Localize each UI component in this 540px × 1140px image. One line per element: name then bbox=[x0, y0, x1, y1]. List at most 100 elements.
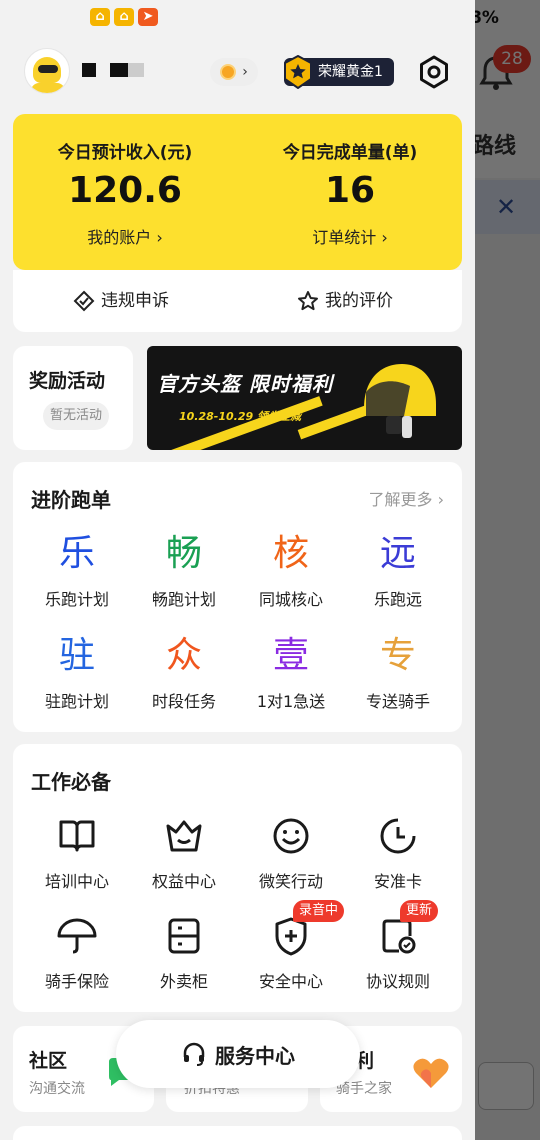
coin-button[interactable]: › bbox=[210, 58, 258, 86]
avatar[interactable] bbox=[24, 48, 70, 94]
smile-icon bbox=[273, 818, 309, 854]
coin-icon bbox=[220, 64, 237, 80]
clock-card-icon bbox=[380, 818, 416, 854]
advanced-item-far[interactable]: 远 乐跑远 bbox=[342, 532, 454, 610]
service-center-label: 服务中心 bbox=[215, 1043, 295, 1068]
settings-icon[interactable] bbox=[416, 54, 452, 90]
book-icon bbox=[59, 820, 95, 852]
appeal-icon bbox=[73, 290, 95, 312]
advanced-item-changpao[interactable]: 畅 畅跑计划 bbox=[128, 532, 240, 610]
locker-icon bbox=[168, 918, 200, 954]
star-icon bbox=[298, 291, 318, 311]
advanced-section: 进阶跑单 了解更多 › 乐 乐跑计划 畅 畅跑计划 核 同城核心 远 乐跑远 驻… bbox=[13, 462, 462, 732]
today-orders-value: 16 bbox=[324, 170, 376, 211]
work-item-agreement[interactable]: 更新 协议规则 bbox=[342, 900, 454, 992]
action-row: 违规申诉 我的评价 bbox=[13, 270, 462, 332]
advanced-item-lepao[interactable]: 乐 乐跑计划 bbox=[21, 532, 133, 610]
today-orders-section[interactable]: 今日完成单量(单) 16 订单统计 › bbox=[238, 114, 462, 270]
advanced-item-express[interactable]: 壹 1对1急送 bbox=[235, 634, 347, 712]
order-stats-link[interactable]: 订单统计 › bbox=[238, 224, 462, 248]
lepao-icon: 乐 bbox=[58, 533, 95, 574]
appeal-button[interactable]: 违规申诉 bbox=[73, 270, 169, 332]
advanced-item-label: 乐跑计划 bbox=[44, 590, 109, 609]
redacted-name bbox=[82, 63, 96, 77]
work-item-label: 微笑行动 bbox=[258, 872, 323, 891]
income-card: 今日预计收入(元) 120.6 我的账户 › 今日完成单量(单) 16 订单统计… bbox=[13, 114, 462, 270]
far-icon: 远 bbox=[379, 533, 416, 574]
work-item-insurance[interactable]: 骑手保险 bbox=[21, 914, 133, 992]
advanced-item-label: 畅跑计划 bbox=[151, 590, 216, 609]
advanced-item-label: 时段任务 bbox=[151, 692, 216, 711]
work-item-training[interactable]: 培训中心 bbox=[21, 814, 133, 892]
work-item-label: 协议规则 bbox=[365, 972, 430, 991]
recording-tag: 录音中 bbox=[293, 900, 345, 922]
today-orders-label: 今日完成单量(单) bbox=[282, 143, 418, 163]
today-income-section[interactable]: 今日预计收入(元) 120.6 我的账户 › bbox=[13, 114, 237, 270]
advanced-item-label: 专送骑手 bbox=[365, 692, 430, 711]
community-subtitle: 沟通交流 bbox=[29, 1081, 85, 1097]
learn-more-link[interactable]: 了解更多 › bbox=[369, 486, 445, 510]
avatar-visor bbox=[38, 65, 58, 73]
crown-icon bbox=[166, 820, 202, 852]
service-center-button[interactable]: 服务中心 bbox=[116, 1020, 360, 1088]
helmet-icon bbox=[364, 364, 436, 438]
work-item-safety-card[interactable]: 安准卡 bbox=[342, 814, 454, 892]
work-item-label: 安准卡 bbox=[373, 872, 422, 891]
advanced-item-label: 驻跑计划 bbox=[44, 692, 109, 711]
timeslot-icon: 众 bbox=[165, 635, 202, 676]
advanced-item-label: 1对1急送 bbox=[256, 692, 326, 711]
work-item-label: 培训中心 bbox=[44, 872, 109, 891]
advanced-item-dedicated[interactable]: 专 专送骑手 bbox=[342, 634, 454, 712]
work-item-smile[interactable]: 微笑行动 bbox=[235, 814, 347, 892]
work-title: 工作必备 bbox=[31, 770, 111, 794]
rank-badge[interactable]: 荣耀黄金1 bbox=[284, 55, 394, 89]
profile-header: › 荣耀黄金1 bbox=[0, 38, 475, 110]
zhupao-icon: 驻 bbox=[58, 635, 95, 676]
avatar-body bbox=[31, 83, 65, 93]
work-item-safety-center[interactable]: 录音中 安全中心 bbox=[235, 900, 347, 992]
appeal-label: 违规申诉 bbox=[101, 291, 169, 311]
my-reviews-button[interactable]: 我的评价 bbox=[297, 270, 393, 332]
dedicated-icon: 专 bbox=[379, 635, 416, 676]
work-item-label: 外卖柜 bbox=[159, 972, 208, 991]
star-badge-icon bbox=[284, 55, 312, 89]
redacted-name bbox=[110, 63, 128, 77]
side-drawer: ⌂ ⌂ ➤ › 荣耀黄金1 今日预计收入(元) 120.6 我的账户 › 今日完… bbox=[0, 0, 475, 1140]
app-notify-icon: ⌂ bbox=[114, 8, 134, 26]
chevron-right-icon: › bbox=[242, 64, 248, 80]
my-account-link[interactable]: 我的账户 › bbox=[13, 224, 237, 248]
work-item-locker[interactable]: 外卖柜 bbox=[128, 914, 240, 992]
rank-label: 荣耀黄金1 bbox=[318, 64, 383, 80]
update-tag: 更新 bbox=[400, 900, 439, 922]
status-bar-icons: ⌂ ⌂ ➤ bbox=[90, 8, 158, 26]
send-notify-icon: ➤ bbox=[138, 8, 158, 26]
promo-banner[interactable]: 官方头盔 限时福利 10.28-10.29 领券立减 bbox=[147, 346, 462, 450]
changpao-icon: 畅 bbox=[165, 533, 202, 574]
reward-card[interactable]: 奖励活动 暂无活动 bbox=[13, 346, 133, 450]
work-item-label: 安全中心 bbox=[258, 972, 323, 991]
work-item-label: 权益中心 bbox=[151, 872, 216, 891]
reward-title: 奖励活动 bbox=[29, 370, 106, 392]
advanced-item-zhupao[interactable]: 驻 驻跑计划 bbox=[21, 634, 133, 712]
reward-status-chip: 暂无活动 bbox=[43, 402, 109, 430]
redacted-name bbox=[128, 63, 144, 77]
advanced-title: 进阶跑单 bbox=[31, 488, 111, 512]
umbrella-icon bbox=[57, 918, 97, 954]
headset-icon bbox=[183, 1042, 205, 1066]
advanced-item-core[interactable]: 核 同城核心 bbox=[235, 532, 347, 610]
express-icon: 壹 bbox=[272, 635, 309, 676]
banner-date: 10.28-10.29 领券立减 bbox=[179, 410, 301, 423]
heart-icon bbox=[413, 1058, 449, 1088]
core-icon: 核 bbox=[272, 533, 309, 574]
today-income-label: 今日预计收入(元) bbox=[57, 143, 193, 163]
today-income-value: 120.6 bbox=[68, 170, 182, 211]
banner-headline: 官方头盔 限时福利 bbox=[157, 372, 333, 396]
work-essentials-section: 工作必备 培训中心 权益中心 微笑行动 安准卡 骑手保险 外卖柜 录音中 安全中… bbox=[13, 744, 462, 1012]
app-notify-icon: ⌂ bbox=[90, 8, 110, 26]
next-card-edge bbox=[13, 1126, 462, 1140]
advanced-item-label: 同城核心 bbox=[258, 590, 323, 609]
work-item-benefits[interactable]: 权益中心 bbox=[128, 814, 240, 892]
community-title: 社区 bbox=[29, 1050, 68, 1072]
advanced-item-timeslot[interactable]: 众 时段任务 bbox=[128, 634, 240, 712]
work-item-label: 骑手保险 bbox=[44, 972, 109, 991]
